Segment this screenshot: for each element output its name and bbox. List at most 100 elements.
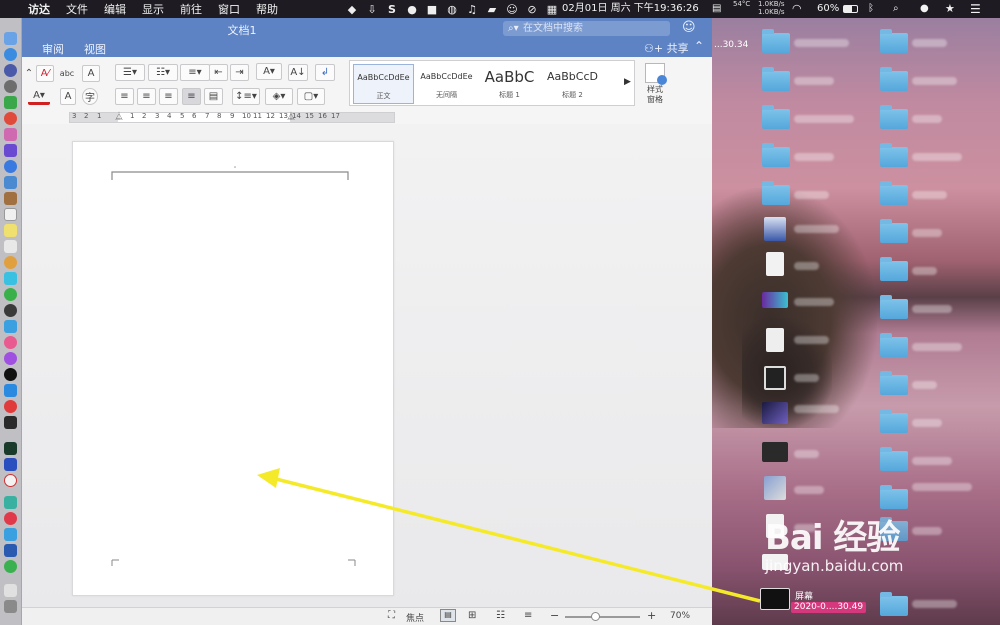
music-icon[interactable]: ♫: [462, 0, 482, 18]
desktop-folder[interactable]: [762, 105, 790, 129]
dock-yandex-icon[interactable]: [4, 474, 17, 487]
desktop-folder[interactable]: [880, 29, 908, 53]
feedback-smiley-icon[interactable]: ☺: [682, 20, 696, 35]
text-box-icon[interactable]: A: [82, 65, 100, 82]
clear-format-icon[interactable]: A⁄: [36, 65, 54, 82]
collapse-ribbon-icon[interactable]: ⌃: [694, 39, 704, 53]
desktop-image-thumbnail[interactable]: [762, 442, 788, 462]
calendar-icon[interactable]: ▦: [542, 0, 562, 18]
dock-app-icon[interactable]: [4, 304, 17, 317]
desktop-folder[interactable]: [880, 447, 908, 471]
web-layout-view-icon[interactable]: ⊞: [468, 610, 476, 621]
sort-icon[interactable]: A↓: [288, 64, 308, 81]
tab-view[interactable]: 视图: [84, 41, 106, 57]
focus-mode-label[interactable]: 焦点: [406, 611, 424, 624]
desktop-folder[interactable]: [880, 295, 908, 319]
dock-safari-icon[interactable]: [4, 48, 17, 61]
fox-icon[interactable]: ◆: [342, 0, 362, 18]
dock-messages-icon[interactable]: [4, 288, 17, 301]
menubar-clock[interactable]: 02月01日 周六 下午19:36:26: [562, 0, 699, 18]
indent-marker-icon[interactable]: ⏅: [115, 111, 123, 122]
user-icon[interactable]: ●: [920, 0, 929, 18]
focus-mode-icon[interactable]: ⛶: [388, 610, 395, 621]
dock-chrome-icon[interactable]: [4, 112, 17, 125]
dock-appstore-icon[interactable]: [4, 384, 17, 397]
right-indent-marker-icon[interactable]: ⏅: [287, 111, 295, 122]
style-heading-2[interactable]: AaBbCcD 标题 2: [542, 64, 603, 104]
styles-more-icon[interactable]: ▶: [624, 77, 631, 87]
control-center-icon[interactable]: ☰: [970, 0, 981, 18]
dock-trash-icon[interactable]: [4, 600, 17, 613]
menu-item-view[interactable]: 显示: [134, 1, 172, 17]
draft-view-icon[interactable]: ≡: [524, 610, 532, 621]
menu-item-window[interactable]: 窗口: [210, 1, 248, 17]
desktop-folder[interactable]: [880, 143, 908, 167]
style-heading-1[interactable]: AaBbC 标题 1: [479, 64, 540, 104]
bluetooth-icon[interactable]: ᛒ: [868, 0, 874, 18]
dock-app-icon[interactable]: [4, 496, 17, 509]
font-color-icon[interactable]: A▾: [28, 88, 50, 105]
dock-calendar-icon[interactable]: [4, 208, 17, 221]
desktop-image-thumbnail[interactable]: [762, 292, 788, 308]
numbered-list-icon[interactable]: ☷▾: [148, 64, 178, 81]
dock-app-icon[interactable]: [4, 442, 17, 455]
dock-app-icon[interactable]: [4, 192, 17, 205]
show-formatting-icon[interactable]: ↲: [315, 64, 335, 81]
align-center-icon[interactable]: ≡: [137, 88, 156, 105]
desktop-file-thumbnail[interactable]: [764, 217, 786, 241]
character-shading-icon[interactable]: A: [60, 88, 76, 105]
desktop-folder[interactable]: [880, 592, 908, 616]
desktop-folder[interactable]: [762, 143, 790, 167]
dock-podcasts-icon[interactable]: [4, 352, 17, 365]
search-icon[interactable]: ⌕: [893, 0, 899, 18]
decrease-indent-icon[interactable]: ⇤: [209, 64, 228, 81]
dock-android-icon[interactable]: [4, 96, 17, 109]
dock-app-icon[interactable]: [4, 512, 17, 525]
desktop-document-icon[interactable]: [766, 252, 784, 276]
desktop-image-thumbnail[interactable]: [762, 402, 788, 424]
dock-app-icon[interactable]: [4, 128, 17, 141]
cpu-monitor-icon[interactable]: ▤: [712, 0, 732, 18]
dock-app-icon[interactable]: [4, 240, 17, 253]
desktop-folder[interactable]: [762, 67, 790, 91]
align-right-icon[interactable]: ≡: [159, 88, 178, 105]
dock-tv-icon[interactable]: [4, 368, 17, 381]
zoom-slider[interactable]: [565, 612, 640, 621]
dock-finder-icon[interactable]: [4, 32, 17, 45]
globe-icon[interactable]: ◍: [442, 0, 462, 18]
star-icon[interactable]: ★: [945, 0, 955, 18]
dock-app-icon[interactable]: [4, 160, 17, 173]
increase-indent-icon[interactable]: ⇥: [230, 64, 249, 81]
line-spacing-icon[interactable]: ↕≡▾: [232, 88, 260, 105]
menu-item-file[interactable]: 文件: [58, 1, 96, 17]
dock-photos-icon[interactable]: [4, 256, 17, 269]
menu-item-edit[interactable]: 编辑: [96, 1, 134, 17]
align-left-icon[interactable]: ≡: [115, 88, 134, 105]
qq-icon[interactable]: ●: [402, 0, 422, 18]
style-no-spacing[interactable]: AaBbCcDdEe 无间隔: [416, 64, 477, 104]
enclose-character-icon[interactable]: 字: [82, 88, 98, 105]
desktop-folder[interactable]: [880, 371, 908, 395]
borders-icon[interactable]: ▢▾: [297, 88, 325, 105]
finder-icon[interactable]: ☺: [502, 0, 522, 18]
desktop-screenshot-thumbnail[interactable]: [760, 588, 790, 610]
menu-item-help[interactable]: 帮助: [248, 1, 286, 17]
desktop-pdf-icon[interactable]: [766, 328, 784, 352]
search-input[interactable]: ⌕▾ 在文档中搜索: [503, 21, 670, 36]
tab-review[interactable]: 审阅: [42, 41, 64, 57]
zoom-level[interactable]: 70%: [670, 611, 690, 621]
dock-downloads-icon[interactable]: [4, 584, 17, 597]
dock-app-icon[interactable]: [4, 528, 17, 541]
dock-vpn-icon[interactable]: [4, 458, 17, 471]
dock-app-icon[interactable]: [4, 320, 17, 333]
battery-percent[interactable]: 60%: [817, 0, 839, 18]
desktop-folder[interactable]: [880, 105, 908, 129]
dock-app-icon[interactable]: [4, 176, 17, 189]
message-icon[interactable]: ▰: [482, 0, 502, 18]
safari-icon[interactable]: ⊘: [522, 0, 542, 18]
spelling-icon[interactable]: abc: [58, 65, 76, 82]
desktop-folder[interactable]: [880, 67, 908, 91]
multilevel-list-icon[interactable]: ≡▾: [180, 64, 210, 81]
wifi-icon[interactable]: ◠: [792, 0, 802, 18]
desktop-image-thumbnail[interactable]: [764, 366, 786, 390]
